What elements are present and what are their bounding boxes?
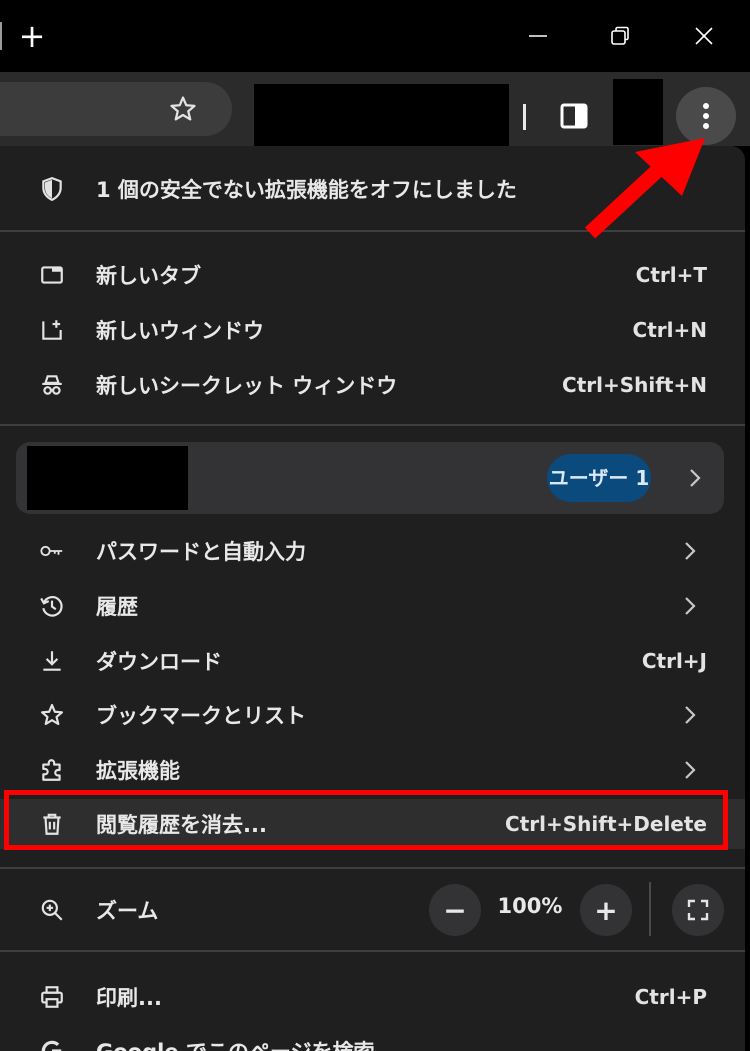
notice-label: 1 個の安全でない拡張機能をオフにしました <box>96 178 517 202</box>
zoom-label: ズーム <box>96 899 159 923</box>
chevron-right-icon <box>685 542 696 560</box>
redacted-area <box>254 84 509 150</box>
download-icon <box>38 647 66 675</box>
downloads-label: ダウンロード <box>96 650 222 674</box>
star-icon[interactable] <box>168 94 198 124</box>
history-label: 履歴 <box>96 595 138 619</box>
print-label: 印刷... <box>96 986 162 1010</box>
profile-badge: ユーザー 1 <box>547 454 651 502</box>
fullscreen-button[interactable] <box>672 884 724 936</box>
chevron-right-icon <box>685 597 696 615</box>
restore-icon <box>611 26 629 45</box>
passwords-label: パスワードと自動入力 <box>96 540 306 564</box>
new-tab-icon <box>38 261 66 289</box>
close-button[interactable] <box>684 16 724 56</box>
menu-item-new-window[interactable]: 新しいウィンドウ Ctrl+N <box>0 305 745 355</box>
menu-item-extensions[interactable]: 拡張機能 <box>0 745 745 795</box>
extensions-label: 拡張機能 <box>96 759 180 783</box>
menu-item-print[interactable]: 印刷... Ctrl+P <box>0 972 745 1022</box>
downloads-shortcut: Ctrl+J <box>641 649 707 673</box>
shield-icon <box>38 175 66 203</box>
tab-edge <box>0 22 2 50</box>
incognito-label: 新しいシークレット ウィンドウ <box>96 374 398 398</box>
key-icon <box>38 537 66 565</box>
print-shortcut: Ctrl+P <box>634 985 707 1009</box>
menu-item-zoom: ズーム <box>0 885 745 935</box>
incognito-icon <box>38 371 66 399</box>
new-window-shortcut: Ctrl+N <box>632 318 707 342</box>
menu-separator <box>0 424 745 426</box>
annotation-highlight-box <box>4 790 728 850</box>
minimize-button[interactable] <box>518 16 558 56</box>
browser-window: + 1 個の安全でない拡張機能をオフにしました 新しいタブ Ctrl+T 新しい… <box>0 0 750 1051</box>
search-page-label: Google でこのページを検索... <box>96 1036 398 1051</box>
menu-separator <box>0 867 745 869</box>
address-bar[interactable] <box>0 82 232 136</box>
close-icon <box>695 27 713 45</box>
new-tab-button[interactable]: + <box>18 18 46 54</box>
menu-item-new-incognito-window[interactable]: 新しいシークレット ウィンドウ Ctrl+Shift+N <box>0 360 745 410</box>
menu-item-downloads[interactable]: ダウンロード Ctrl+J <box>0 636 745 686</box>
zoom-out-button[interactable]: − <box>429 884 481 936</box>
new-window-label: 新しいウィンドウ <box>96 319 264 343</box>
star-icon <box>38 701 66 729</box>
print-icon <box>38 983 66 1011</box>
title-bar: + <box>0 0 750 72</box>
chevron-right-icon <box>685 706 696 724</box>
toolbar-divider <box>523 104 526 130</box>
puzzle-icon <box>38 756 66 784</box>
minimize-icon <box>529 35 547 37</box>
fullscreen-icon <box>687 899 709 921</box>
chevron-right-icon <box>685 761 696 779</box>
new-window-icon <box>38 316 66 344</box>
chevron-right-icon <box>690 469 701 487</box>
zoom-value: 100% <box>497 894 563 918</box>
menu-item-bookmarks[interactable]: ブックマークとリスト <box>0 690 745 740</box>
zoom-in-button[interactable]: + <box>580 884 632 936</box>
menu-item-new-tab[interactable]: 新しいタブ Ctrl+T <box>0 250 745 300</box>
new-tab-label: 新しいタブ <box>96 264 201 288</box>
new-tab-shortcut: Ctrl+T <box>635 263 707 287</box>
zoom-divider <box>649 882 651 936</box>
menu-separator <box>0 950 745 952</box>
history-icon <box>38 592 66 620</box>
three-dots-vertical-icon <box>703 103 709 129</box>
menu-item-search-page-google[interactable]: Google でこのページを検索... <box>0 1026 745 1051</box>
incognito-shortcut: Ctrl+Shift+N <box>562 373 707 397</box>
google-icon <box>38 1037 66 1051</box>
menu-item-history[interactable]: 履歴 <box>0 581 745 631</box>
redacted-profile-name <box>27 446 188 510</box>
restore-button[interactable] <box>600 16 640 56</box>
bookmarks-label: ブックマークとリスト <box>96 704 306 728</box>
zoom-icon <box>38 896 66 924</box>
menu-item-passwords[interactable]: パスワードと自動入力 <box>0 526 745 576</box>
annotation-arrow <box>584 138 705 239</box>
